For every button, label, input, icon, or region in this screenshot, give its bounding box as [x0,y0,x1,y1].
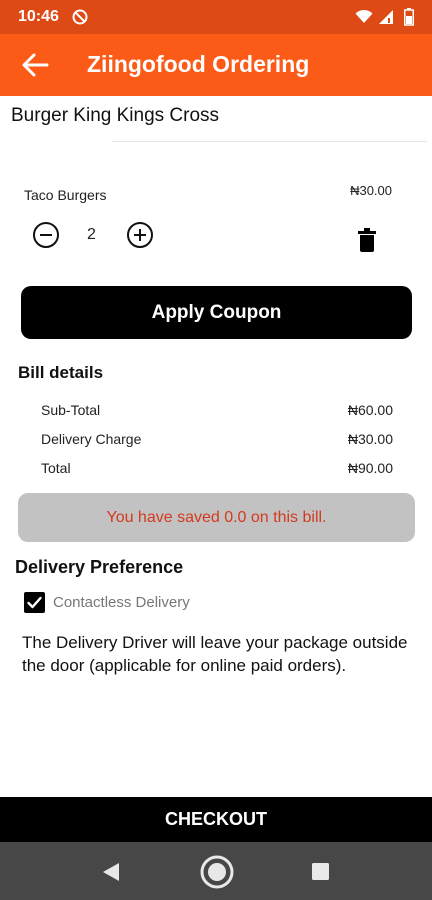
app-bar: Ziingofood Ordering [0,34,432,96]
divider [112,141,427,142]
minus-circle-icon[interactable] [33,222,59,248]
delivery-preference-title: Delivery Preference [15,557,184,577]
nav-home-icon[interactable] [199,854,235,890]
checkmark-icon [27,596,42,609]
delivery-note: The Delivery Driver will leave your pack… [22,633,408,675]
apply-coupon-button[interactable]: Apply Coupon [21,286,412,339]
page-title: Ziingofood Ordering [87,51,310,77]
wifi-icon [355,9,373,23]
nav-back-icon[interactable] [101,862,121,882]
do-not-disturb-icon [72,9,88,25]
nav-recents-icon[interactable] [312,863,329,880]
cart-item-price: ₦30.00 [350,183,392,198]
bill-row-value: ₦60.00 [347,402,393,418]
arrow-left-icon[interactable] [20,52,50,78]
bill-row-delivery-charge: Delivery Charge ₦30.00 [41,431,393,451]
bill-row-label: Delivery Charge [41,431,142,447]
navigation-bar [0,842,432,900]
restaurant-name: Burger King Kings Cross [11,105,220,126]
contactless-delivery-label[interactable]: Contactless Delivery [53,594,190,611]
bill-row-label: Sub-Total [41,402,101,418]
battery-icon [404,8,414,26]
contactless-delivery-checkbox[interactable] [24,592,45,613]
bill-row-subtotal: Sub-Total ₦60.00 [41,402,393,422]
savings-banner: You have saved 0.0 on this bill. [18,493,415,542]
signal-icon [379,10,393,24]
bill-row-value: ₦30.00 [347,431,393,447]
plus-circle-icon[interactable] [127,222,153,248]
status-bar: 10:46 [0,0,432,34]
bill-details-title: Bill details [18,363,104,382]
bill-row-total: Total ₦90.00 [41,460,393,480]
bill-row-label: Total [41,460,71,476]
status-time: 10:46 [18,8,59,25]
trash-icon[interactable] [358,228,376,252]
checkout-button[interactable]: CHECKOUT [0,797,432,842]
bill-row-value: ₦90.00 [347,460,393,476]
quantity-value: 2 [87,226,96,243]
cart-item-name: Taco Burgers [24,187,107,203]
